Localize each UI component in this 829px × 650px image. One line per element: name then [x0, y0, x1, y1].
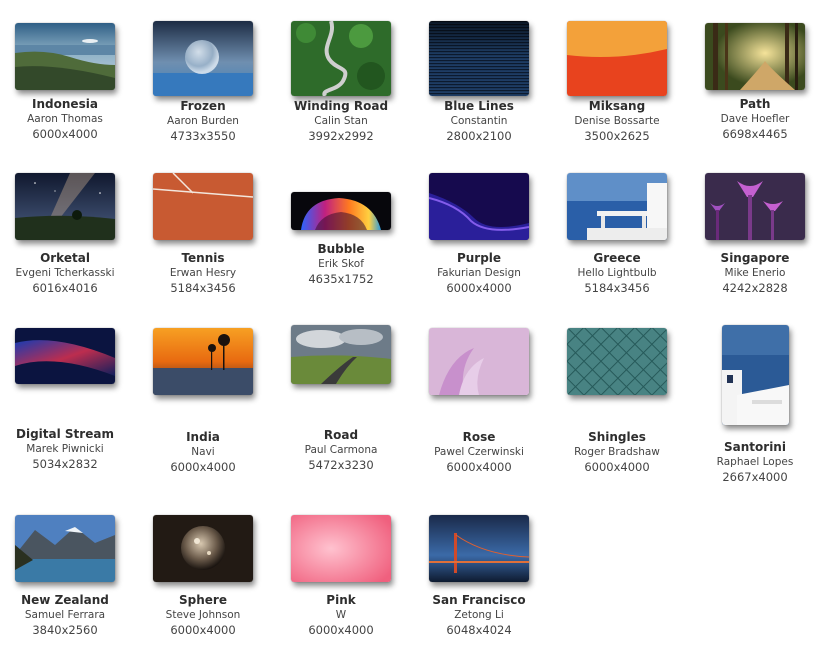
wallpaper-title: Shingles — [588, 430, 646, 444]
wallpaper-resolution: 5472x3230 — [308, 458, 374, 472]
wallpaper-resolution: 2667x4000 — [722, 470, 788, 484]
wallpaper-author: Erik Skof — [318, 258, 364, 270]
frozen-bubble-thumbnail — [153, 21, 253, 96]
wallpaper-author: Mike Enerio — [724, 267, 786, 279]
wallpaper-title: Purple — [456, 251, 502, 265]
wallpaper-author: Zetong Li — [454, 609, 504, 621]
wallpaper-resolution: 4635x1752 — [308, 272, 374, 286]
wallpaper-resolution: 5034x2832 — [32, 457, 98, 471]
wallpaper-resolution: 6000x4000 — [170, 623, 236, 637]
wallpaper-title: Winding Road — [293, 99, 389, 113]
wallpaper-title: Indonesia — [32, 97, 98, 111]
wallpaper-resolution: 4242x2828 — [722, 281, 788, 295]
wallpaper-title: Sphere — [179, 593, 227, 607]
wallpaper-resolution: 6016x4016 — [32, 281, 98, 295]
wallpaper-resolution: 6000x4000 — [32, 127, 98, 141]
wallpaper-title: Greece — [593, 251, 641, 265]
shingles-thumbnail — [567, 328, 667, 395]
wallpaper-title: San Francisco — [432, 593, 526, 607]
mountain-lake-thumbnail — [15, 515, 115, 582]
wallpaper-resolution: 6048x4024 — [446, 623, 512, 637]
wallpaper-author: Samuel Ferrara — [24, 609, 106, 621]
wallpaper-title: Blue Lines — [444, 99, 514, 113]
wallpaper-resolution: 6000x4000 — [170, 460, 236, 474]
wallpaper-title: New Zealand — [21, 593, 109, 607]
bubble-thumbnail — [291, 192, 391, 230]
forest-path-thumbnail — [705, 23, 805, 90]
wallpaper-resolution: 3500x2625 — [584, 129, 650, 143]
winding-road-thumbnail — [291, 21, 391, 96]
wallpaper-title: Singapore — [720, 251, 790, 265]
wallpaper-title: Tennis — [181, 251, 225, 265]
wallpaper-author: Denise Bossarte — [574, 115, 660, 127]
glass-sphere-thumbnail — [153, 515, 253, 582]
wallpaper-author: W — [335, 609, 347, 621]
wallpaper-resolution: 3992x2992 — [308, 129, 374, 143]
wallpaper-title: Orketal — [40, 251, 90, 265]
wallpaper-author: Pawel Czerwinski — [434, 446, 524, 458]
wallpaper-resolution: 6000x4000 — [584, 460, 650, 474]
wallpaper-author: Paul Carmona — [304, 444, 378, 456]
wallpaper-title: Miksang — [588, 99, 646, 113]
wallpaper-author: Constantin — [450, 115, 508, 127]
wallpaper-author: Aaron Burden — [167, 115, 239, 127]
wallpaper-title: Bubble — [317, 242, 365, 256]
wallpaper-author: Evgeni Tcherkasski — [15, 267, 115, 279]
wallpaper-resolution: 6000x4000 — [446, 281, 512, 295]
wallpaper-author: Steve Johnson — [165, 609, 241, 621]
palm-sunset-thumbnail — [153, 328, 253, 395]
wallpaper-author: Roger Bradshaw — [574, 446, 660, 458]
wallpaper-resolution: 5184x3456 — [584, 281, 650, 295]
wallpaper-title: Road — [323, 428, 359, 442]
blue-lines-thumbnail — [429, 21, 529, 96]
wallpaper-author: Marek Piwnicki — [26, 443, 104, 455]
wallpaper-resolution: 2800x2100 — [446, 129, 512, 143]
wallpaper-title: Frozen — [180, 99, 226, 113]
tennis-court-thumbnail — [153, 173, 253, 240]
wallpaper-resolution: 3840x2560 — [32, 623, 98, 637]
wallpaper-resolution: 6698x4465 — [722, 127, 788, 141]
wallpaper-title: Digital Stream — [16, 427, 114, 441]
wallpaper-title: Rose — [462, 430, 496, 444]
wallpaper-resolution: 6000x4000 — [446, 460, 512, 474]
digital-stream-thumbnail — [15, 328, 115, 384]
supertree-thumbnail — [705, 173, 805, 240]
miksang-thumbnail — [567, 21, 667, 96]
wallpaper-author: Aaron Thomas — [27, 113, 103, 125]
golden-gate-thumbnail — [429, 515, 529, 582]
wallpaper-title: Pink — [326, 593, 356, 607]
wallpaper-author: Raphael Lopes — [716, 456, 794, 468]
wallpaper-resolution: 5184x3456 — [170, 281, 236, 295]
wallpaper-grid: Indonesia Aaron Thomas 6000x4000 Frozen Aar… — [0, 0, 829, 650]
wallpaper-author: Hello Lightbulb — [577, 267, 657, 279]
wallpaper-author: Calin Stan — [314, 115, 368, 127]
milky-way-thumbnail — [15, 173, 115, 240]
purple-wave-thumbnail — [429, 173, 529, 240]
wallpaper-title: India — [186, 430, 220, 444]
wallpaper-author: Fakurian Design — [437, 267, 521, 279]
santorini-thumbnail — [721, 325, 789, 425]
wallpaper-author: Dave Hoefler — [720, 113, 790, 125]
wallpaper-author: Navi — [191, 446, 215, 458]
road-clouds-thumbnail — [291, 325, 391, 384]
greece-terrace-thumbnail — [567, 173, 667, 240]
wallpaper-title: Santorini — [724, 440, 786, 454]
pink-gradient-thumbnail — [291, 515, 391, 582]
wallpaper-author: Erwan Hesry — [169, 267, 237, 279]
wallpaper-resolution: 6000x4000 — [308, 623, 374, 637]
rose-waves-thumbnail — [429, 328, 529, 395]
indonesia-landscape-thumbnail — [15, 23, 115, 90]
wallpaper-resolution: 4733x3550 — [170, 129, 236, 143]
wallpaper-title: Path — [739, 97, 771, 111]
